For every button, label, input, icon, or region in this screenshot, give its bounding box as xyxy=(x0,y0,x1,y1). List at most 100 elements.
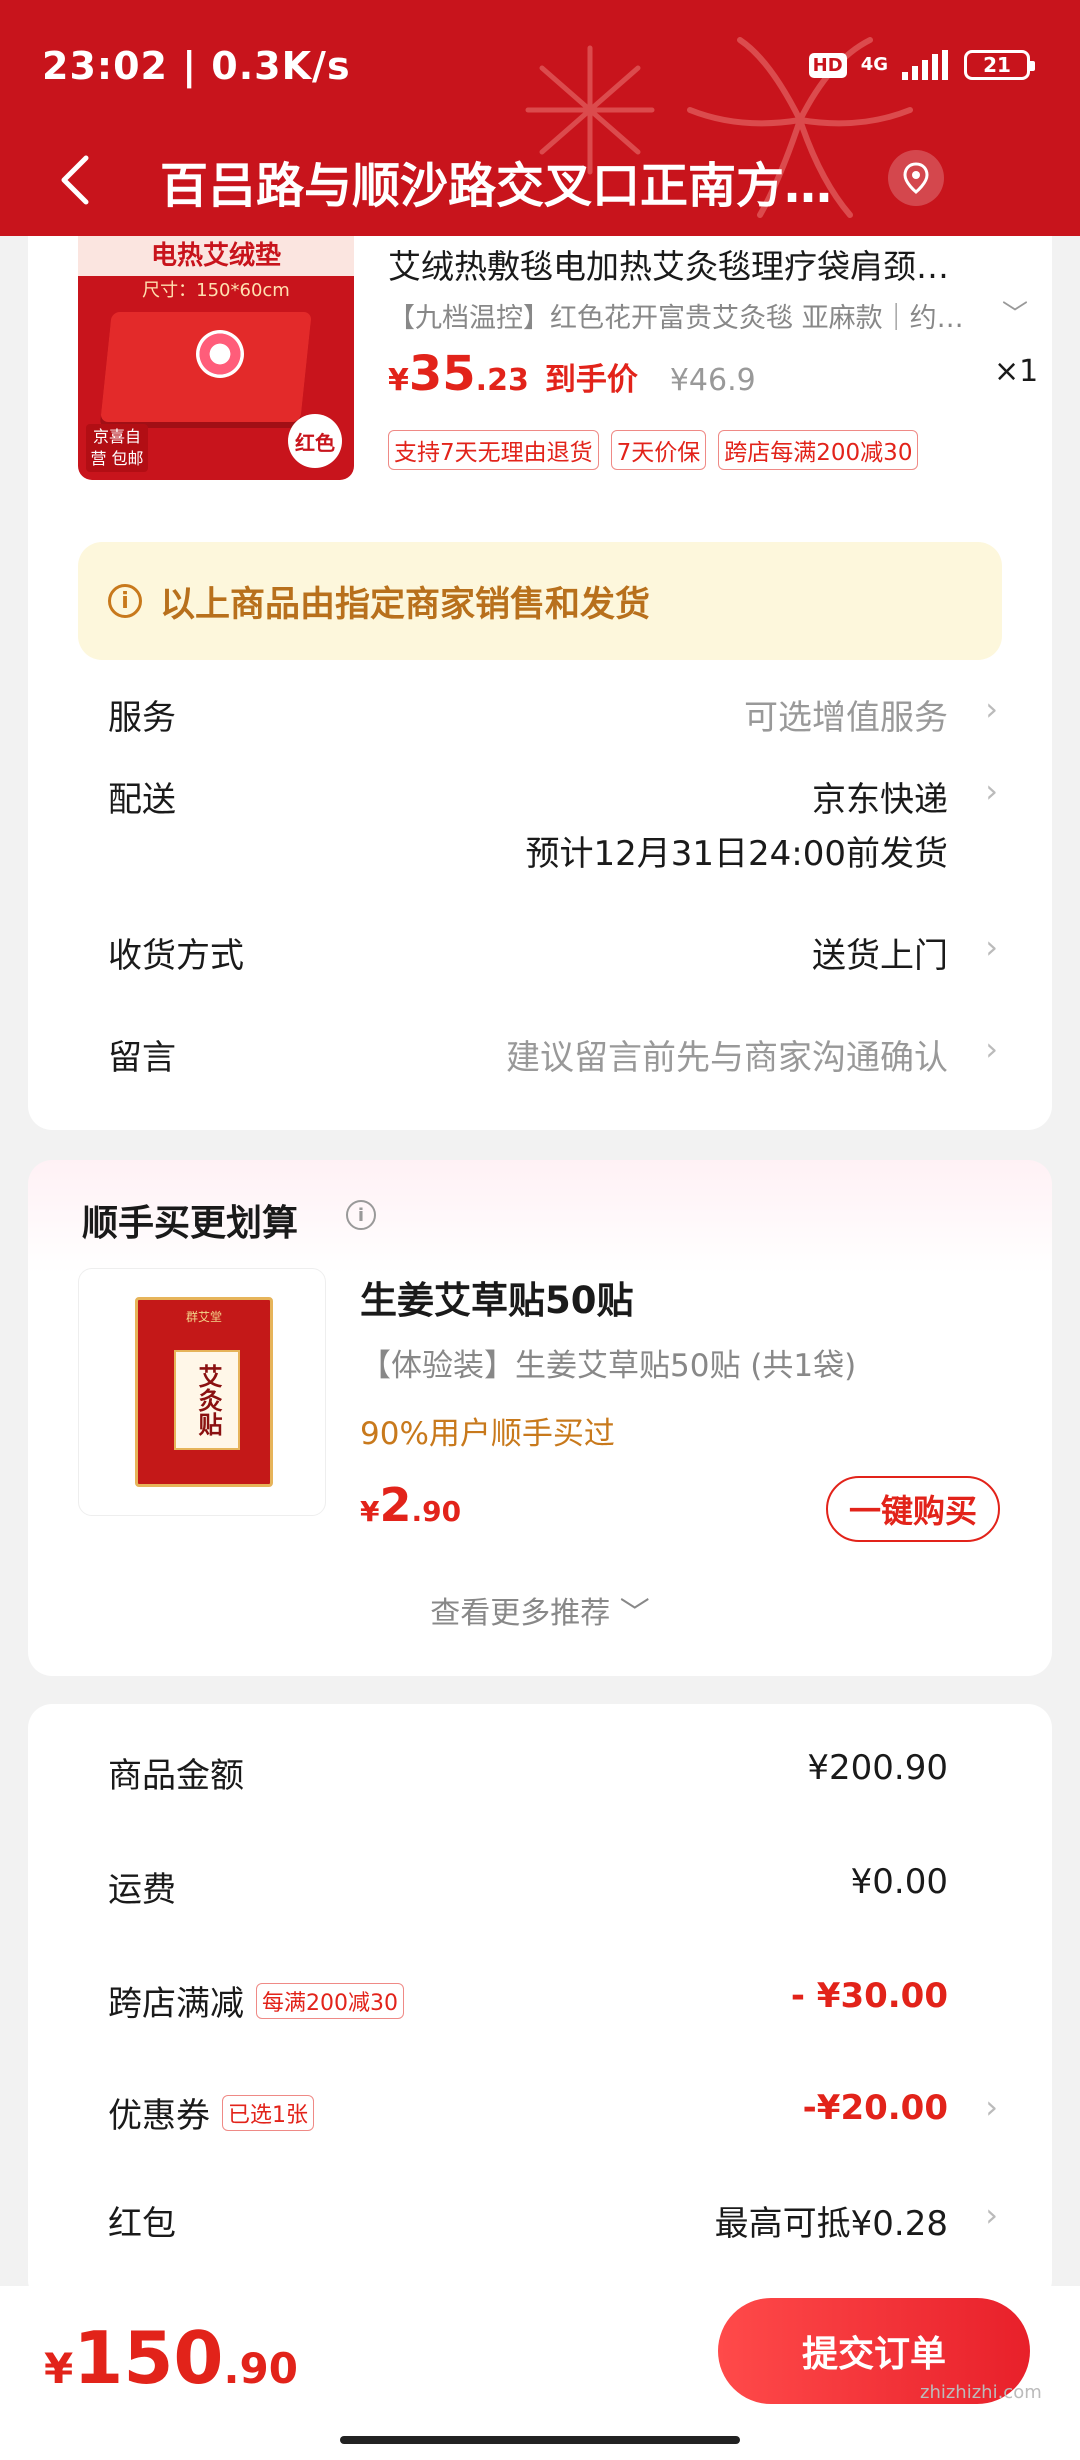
product-price: ¥ 35 .23 到手价 ¥46.9 xyxy=(388,346,756,402)
coupon-value: -¥20.00 xyxy=(802,2088,948,2128)
package-name: 艾灸贴 xyxy=(174,1350,240,1450)
freight-label-text: 运费 xyxy=(108,1870,176,1910)
service-value: 可选增值服务 xyxy=(744,698,948,738)
more-recommendations-link[interactable]: 查看更多推荐 ﹀ xyxy=(28,1588,1052,1632)
hd-icon: HD xyxy=(808,52,847,78)
thumbnail-size: 尺寸：150*60cm xyxy=(142,280,290,301)
upsell-card: 顺手买更划算 i 群艾堂 艾灸贴 生姜艾草贴50贴 【体验装】生姜艾草贴50贴 … xyxy=(28,1160,1052,1676)
total-symbol: ¥ xyxy=(44,2344,74,2393)
notice-text: 以上商品由指定商家销售和发货 xyxy=(160,584,651,625)
network-label: 4G xyxy=(860,54,888,75)
upsell-buyers-rate: 90%用户顺手买过 xyxy=(360,1416,615,1452)
total-decimal: .90 xyxy=(223,2344,298,2393)
upsell-thumbnail[interactable]: 群艾堂 艾灸贴 xyxy=(78,1268,326,1516)
receive-value: 送货上门 xyxy=(812,936,948,976)
coupon-row[interactable]: 优惠券 已选1张 -¥20.00 › xyxy=(78,2078,1038,2148)
cross-store-discount-row: 跨店满减 每满200减30 - ¥30.00 xyxy=(78,1966,1038,2036)
address-title[interactable]: 百吕路与顺沙路交叉口正南方… xyxy=(160,146,880,216)
service-label: 服务 xyxy=(108,698,176,738)
price-symbol: ¥ xyxy=(360,1495,380,1528)
chevron-right-icon: › xyxy=(985,2088,998,2126)
status-icons: HD 4G 21 xyxy=(808,50,1035,80)
red-packet-value: 最高可抵¥0.28 xyxy=(714,2204,948,2244)
product-name[interactable]: 艾绒热敷毯电加热艾灸毯理疗袋肩颈… xyxy=(388,240,1008,288)
goods-amount-label-text: 商品金额 xyxy=(108,1756,244,1796)
flower-pattern-icon xyxy=(196,330,244,378)
chevron-left-icon xyxy=(61,155,89,205)
nav-bar: 百吕路与顺沙路交叉口正南方… xyxy=(0,130,1080,236)
service-row[interactable]: 服务 可选增值服务 › xyxy=(78,680,1038,750)
price-decimal: .90 xyxy=(411,1495,462,1528)
freight-row: 运费 ¥0.00 xyxy=(78,1852,1038,1922)
coupon-badge: 已选1张 xyxy=(222,2094,314,2131)
price-decimal: .23 xyxy=(475,363,529,398)
receive-label: 收货方式 xyxy=(108,936,244,976)
message-label: 留言 xyxy=(108,1038,176,1078)
back-button[interactable] xyxy=(40,140,110,220)
total-price: ¥ 150 .90 xyxy=(44,2316,298,2400)
total-integer: 150 xyxy=(73,2316,224,2400)
price-note: 到手价 xyxy=(544,362,638,398)
delivery-estimate: 预计12月31日24:00前发货 xyxy=(525,834,948,874)
seller-notice: i 以上商品由指定商家销售和发货 xyxy=(78,542,1002,660)
freight-label: 运费 xyxy=(108,1862,176,1911)
upsell-price: ¥ 2 .90 xyxy=(360,1478,461,1532)
price-integer: 2 xyxy=(379,1478,412,1532)
delivery-row[interactable]: 配送 京东快递 › 预计12月31日24:00前发货 xyxy=(78,762,1038,892)
red-packet-label: 红包 xyxy=(108,2196,176,2245)
thumbnail-tag: 京喜自营 包邮 xyxy=(86,424,148,472)
battery-icon: 21 xyxy=(964,50,1035,80)
thumbnail-color-badge: 红色 xyxy=(288,414,342,468)
price-summary-card: 商品金额 ¥200.90 运费 ¥0.00 跨店满减 每满200减30 - ¥3… xyxy=(28,1704,1052,2304)
coupon-label-text: 优惠券 xyxy=(108,2096,210,2136)
info-icon[interactable]: i xyxy=(346,1200,376,1230)
chevron-down-icon[interactable]: ﹀ xyxy=(1002,294,1028,331)
upsell-product-spec: 【体验装】生姜艾草贴50贴 (共1袋) xyxy=(360,1348,857,1384)
info-icon: i xyxy=(108,584,142,618)
chevron-right-icon: › xyxy=(985,772,998,810)
cross-store-label-text: 跨店满减 xyxy=(108,1984,244,2024)
receive-method-row[interactable]: 收货方式 送货上门 › xyxy=(78,918,1038,988)
order-card: 电热艾绒垫 尺寸：150*60cm 京喜自营 包邮 红色 艾绒热敷毯电加热艾灸毯… xyxy=(28,236,1052,1130)
tag-return: 支持7天无理由退货 xyxy=(388,430,599,470)
message-value: 建议留言前先与商家沟通确认 xyxy=(506,1038,948,1078)
header: 23:02 | 0.3K/s HD 4G 21 百吕路与顺沙路交叉口正南方… xyxy=(0,0,1080,236)
original-price: ¥46.9 xyxy=(669,363,756,398)
message-row[interactable]: 留言 建议留言前先与商家沟通确认 › xyxy=(78,1020,1038,1090)
freight-value: ¥0.00 xyxy=(850,1862,948,1902)
checkout-bar: ¥ 150 .90 提交订单 zhizhizhi.com xyxy=(0,2286,1080,2460)
location-pin-icon xyxy=(903,162,929,194)
price-symbol: ¥ xyxy=(388,363,409,398)
status-bar: 23:02 | 0.3K/s HD 4G 21 xyxy=(0,0,1080,130)
goods-amount-row: 商品金额 ¥200.90 xyxy=(78,1738,1038,1808)
watermark: zhizhizhi.com xyxy=(920,2382,1042,2403)
tag-price-protect: 7天价保 xyxy=(610,430,707,470)
price-integer: 35 xyxy=(408,346,476,402)
chevron-right-icon: › xyxy=(985,690,998,728)
location-button[interactable] xyxy=(888,150,944,206)
status-time: 23:02 | 0.3K/s xyxy=(42,44,351,88)
chevron-right-icon: › xyxy=(985,2196,998,2234)
product-thumbnail[interactable]: 电热艾绒垫 尺寸：150*60cm 京喜自营 包邮 红色 xyxy=(78,236,354,480)
chevron-right-icon: › xyxy=(985,928,998,966)
one-click-buy-button[interactable]: 一键购买 xyxy=(826,1476,1000,1542)
goods-amount-value: ¥200.90 xyxy=(807,1748,948,1788)
delivery-value: 京东快递 xyxy=(812,780,948,820)
patch-package-image: 群艾堂 艾灸贴 xyxy=(135,1297,273,1487)
delivery-label: 配送 xyxy=(108,780,176,820)
cross-store-label: 跨店满减 每满200减30 xyxy=(108,1976,404,2025)
coupon-label: 优惠券 已选1张 xyxy=(108,2088,314,2137)
cross-store-badge: 每满200减30 xyxy=(256,1982,404,2019)
upsell-product-name[interactable]: 生姜艾草贴50贴 xyxy=(360,1270,634,1324)
home-indicator[interactable] xyxy=(340,2436,740,2444)
chevron-right-icon: › xyxy=(985,1030,998,1068)
package-brand: 群艾堂 xyxy=(185,1310,222,1324)
cross-store-value: - ¥30.00 xyxy=(790,1976,948,2016)
tag-discount: 跨店每满200减30 xyxy=(718,430,919,470)
upsell-title: 顺手买更划算 xyxy=(82,1203,299,1244)
product-spec[interactable]: 【九档温控】红色花开富贵艾灸毯 亚麻款｜约… xyxy=(388,296,978,335)
service-tags: 支持7天无理由退货 7天价保 跨店每满200减30 xyxy=(388,430,919,470)
red-packet-row[interactable]: 红包 最高可抵¥0.28 › xyxy=(78,2186,1038,2256)
signal-icon xyxy=(902,50,948,80)
red-packet-label-text: 红包 xyxy=(108,2204,176,2244)
